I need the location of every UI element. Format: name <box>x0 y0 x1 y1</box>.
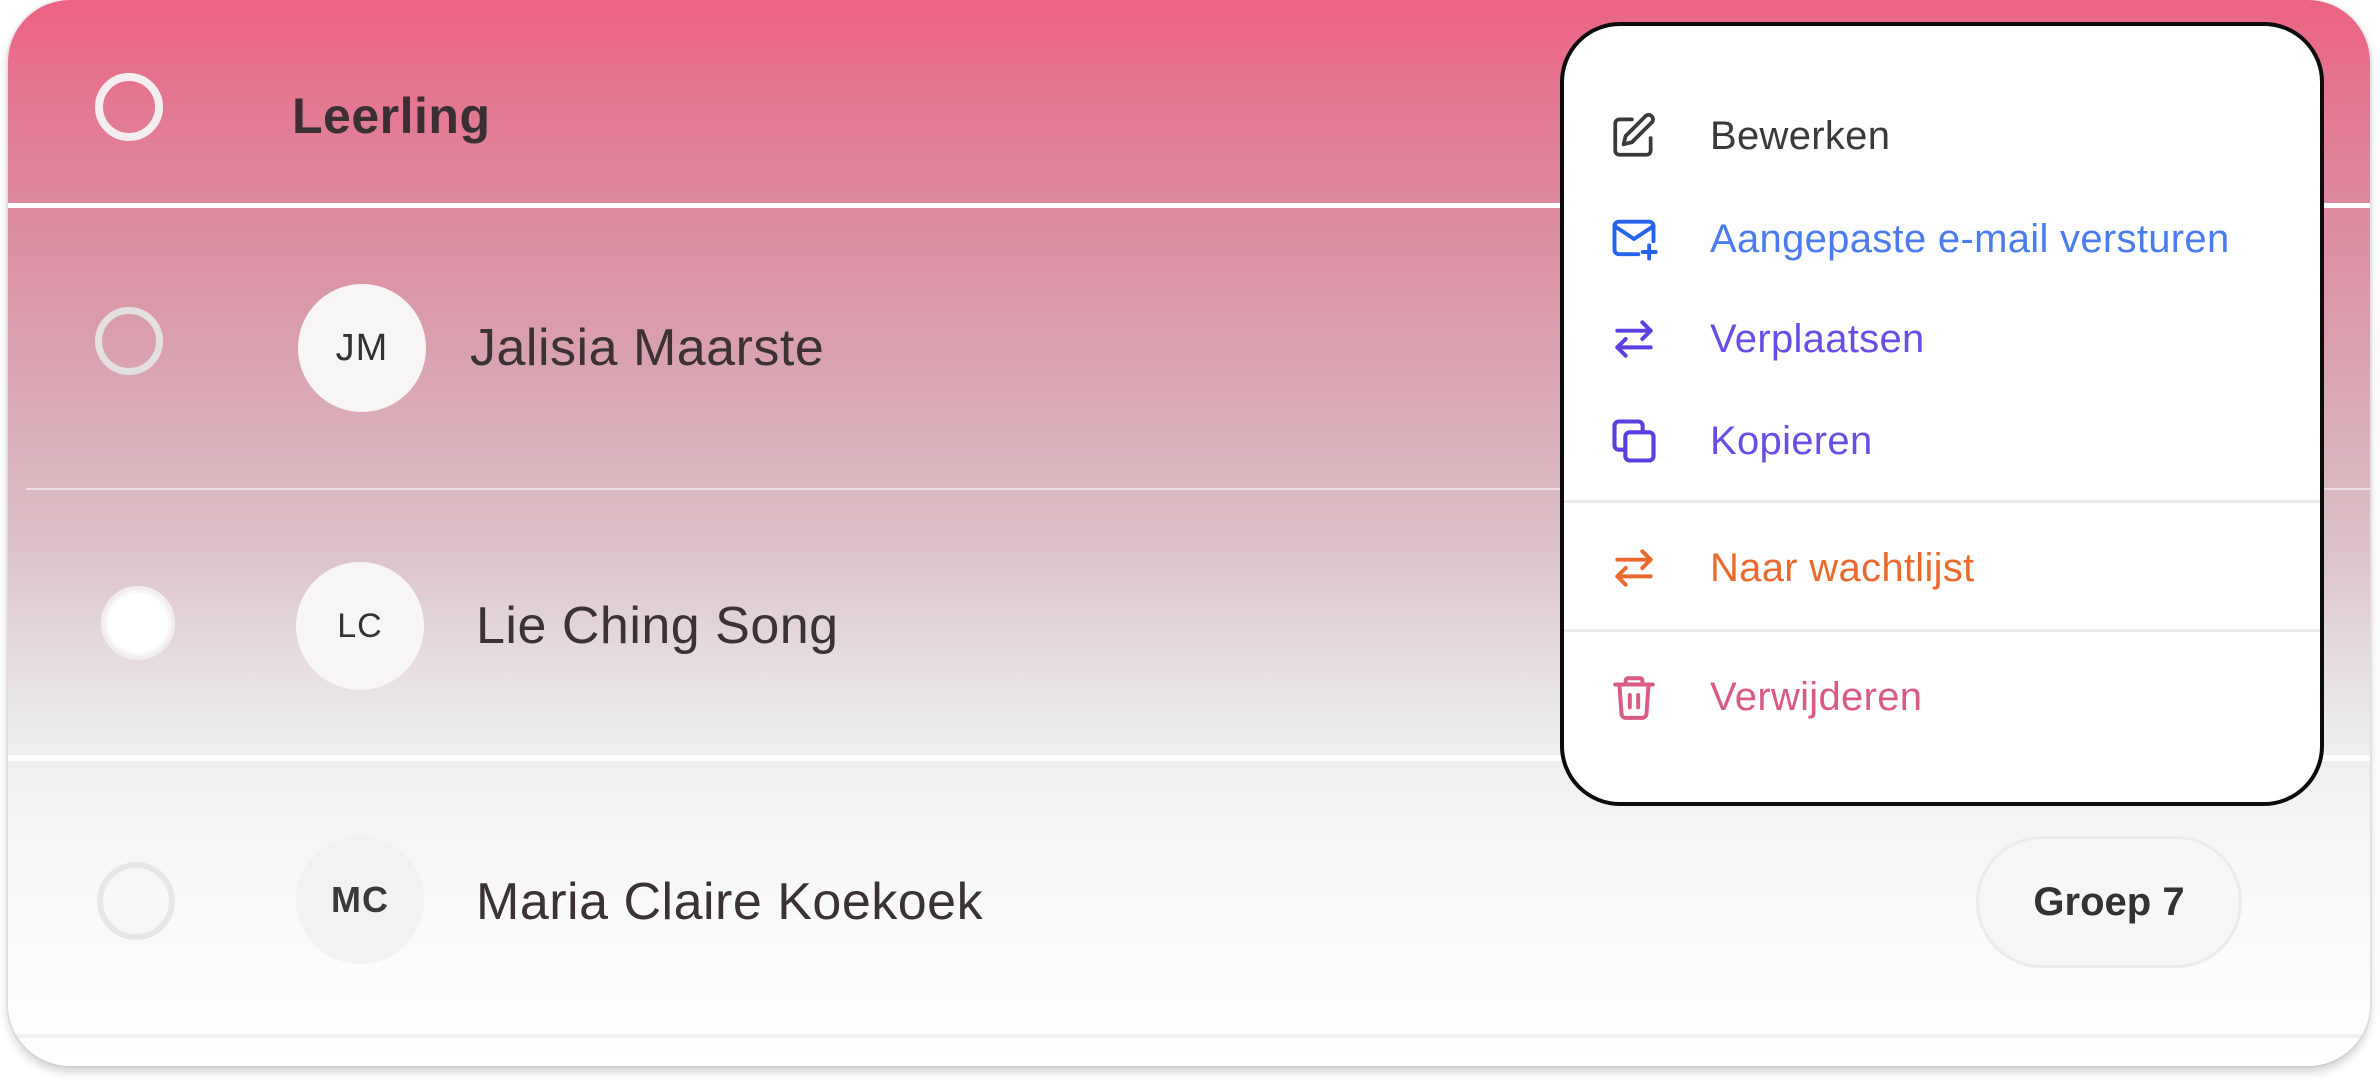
copy-icon <box>1608 415 1660 467</box>
mail-plus-icon <box>1608 213 1660 265</box>
menu-item-edit[interactable]: Bewerken <box>1564 91 2320 181</box>
column-header-leerling[interactable]: Leerling <box>292 87 490 145</box>
menu-item-move-to-waitlist[interactable]: Naar wachtlijst <box>1564 523 2320 613</box>
group-badge[interactable]: Groep 7 <box>1976 836 2242 968</box>
menu-item-copy[interactable]: Kopieren <box>1564 396 2320 486</box>
row-checkbox[interactable] <box>97 862 175 940</box>
student-name[interactable]: Maria Claire Koekoek <box>476 872 983 932</box>
menu-divider <box>1564 500 2320 503</box>
avatar: JM <box>298 284 426 412</box>
menu-item-delete[interactable]: Verwijderen <box>1564 652 2320 742</box>
menu-item-send-custom-email[interactable]: Aangepaste e-mail versturen <box>1564 194 2320 284</box>
row-divider <box>8 1034 2370 1038</box>
student-name[interactable]: Jalisia Maarste <box>470 318 824 378</box>
select-all-checkbox[interactable] <box>95 73 163 141</box>
menu-item-label: Bewerken <box>1710 113 1891 158</box>
menu-item-label: Verplaatsen <box>1710 316 1925 361</box>
menu-item-label: Verwijderen <box>1710 674 1923 719</box>
row-checkbox[interactable] <box>101 586 175 660</box>
student-name[interactable]: Lie Ching Song <box>476 596 839 656</box>
menu-item-move[interactable]: Verplaatsen <box>1564 294 2320 384</box>
menu-item-label: Kopieren <box>1710 418 1873 463</box>
arrows-swap-icon <box>1608 542 1660 594</box>
trash-icon <box>1608 671 1660 723</box>
row-context-menu: Bewerken Aangepaste e-mail versturen Ver… <box>1560 22 2324 806</box>
arrows-swap-icon <box>1608 313 1660 365</box>
avatar: MC <box>296 836 424 964</box>
pencil-square-icon <box>1608 110 1660 162</box>
avatar: LC <box>296 562 424 690</box>
menu-divider <box>1564 629 2320 632</box>
menu-item-label: Naar wachtlijst <box>1710 545 1975 590</box>
menu-item-label: Aangepaste e-mail versturen <box>1710 216 2230 261</box>
row-checkbox[interactable] <box>95 307 163 375</box>
